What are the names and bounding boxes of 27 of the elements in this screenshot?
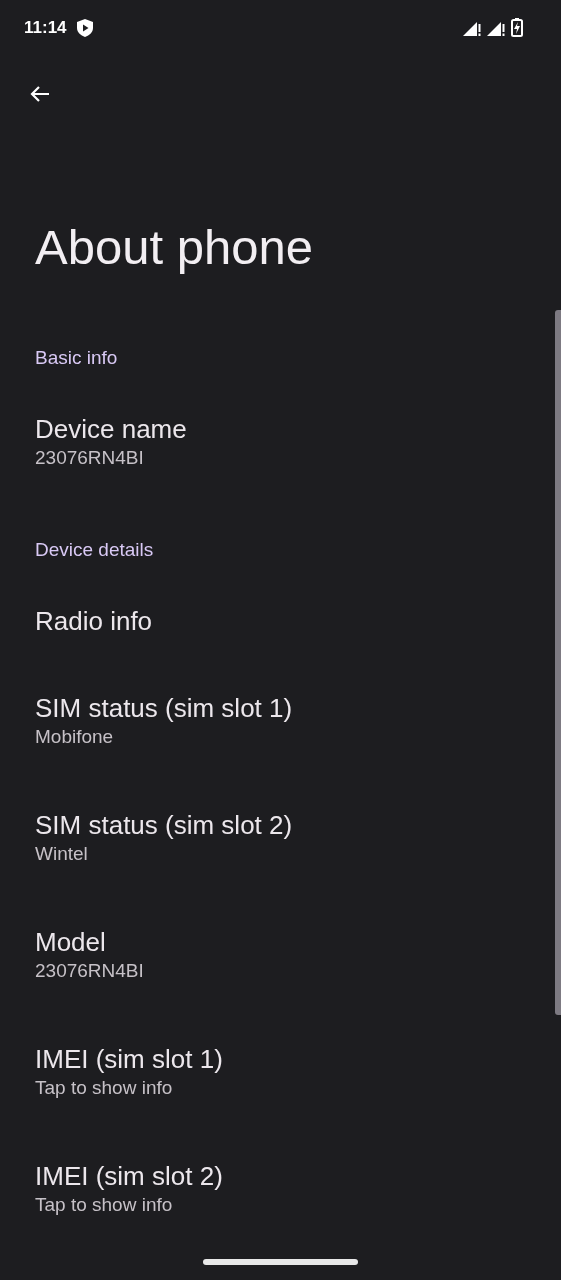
item-title: SIM status (sim slot 2) [35, 809, 294, 841]
item-summary: Tap to show info [35, 1076, 174, 1100]
settings-item[interactable]: Device name 23076RN4BI [0, 389, 553, 506]
section-header: Device details [34, 538, 155, 562]
item-summary: 23076RN4BI [35, 446, 145, 470]
settings-item[interactable]: Radio info [0, 581, 553, 668]
section-header: Basic info [34, 346, 119, 370]
item-title: IMEI (sim slot 1) [35, 1043, 224, 1075]
settings-item[interactable]: Model 23076RN4BI [0, 902, 553, 1019]
item-title: Device name [35, 413, 188, 445]
item-title: SIM status (sim slot 1) [35, 692, 294, 724]
item-summary: Tap to show info [35, 1193, 174, 1217]
item-title: Model [35, 926, 107, 958]
item-summary: Mobifone [35, 725, 115, 749]
item-title: Radio info [35, 605, 154, 637]
shield-icon [76, 18, 93, 37]
page-title: About phone [34, 219, 314, 276]
item-summary: 23076RN4BI [35, 959, 145, 983]
settings-item[interactable]: IMEI (sim slot 2) Tap to show info [0, 1136, 553, 1253]
item-title: IMEI (sim slot 2) [35, 1160, 224, 1192]
battery-charging-icon [511, 18, 523, 37]
gesture-handle[interactable] [203, 1259, 358, 1265]
settings-item[interactable]: SIM status (sim slot 1) Mobifone [0, 668, 553, 785]
settings-item[interactable]: SIM status (sim slot 2) Wintel [0, 785, 553, 902]
item-summary: Wintel [35, 842, 89, 866]
status-time: 11:14 [24, 17, 67, 38]
settings-item[interactable]: IMEI (sim slot 1) Tap to show info [0, 1019, 553, 1136]
